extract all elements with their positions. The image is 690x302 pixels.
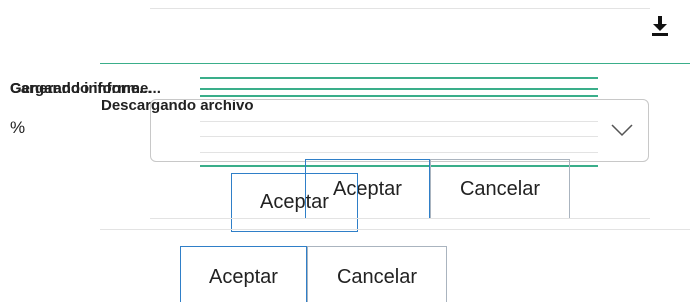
progress-bar-3 [200,95,598,97]
cancel-button-upper[interactable]: Cancelar [430,159,570,219]
divider-middle [150,218,650,219]
accept-button-lower[interactable]: Aceptar [180,246,307,302]
divider-lower [100,229,690,230]
cancel-button-lower[interactable]: Cancelar [307,246,447,302]
progress-divider-wide [100,63,690,64]
divider-top [150,8,650,9]
progress-bar-2 [200,88,598,90]
download-icon[interactable] [651,15,669,37]
progress-bar-1 [200,77,598,79]
progress-percent: % [10,118,26,137]
select-inner-line-3 [200,152,598,153]
select-inner-line-1 [200,121,598,122]
accept-button-floating[interactable]: Aceptar [231,173,358,232]
chevron-down-icon[interactable] [611,123,633,137]
loading-label-generando: Generando informe... [10,80,161,97]
download-progress-panel: Cargando informe... Generando informe...… [0,0,690,302]
select-inner-line-2 [200,136,598,137]
